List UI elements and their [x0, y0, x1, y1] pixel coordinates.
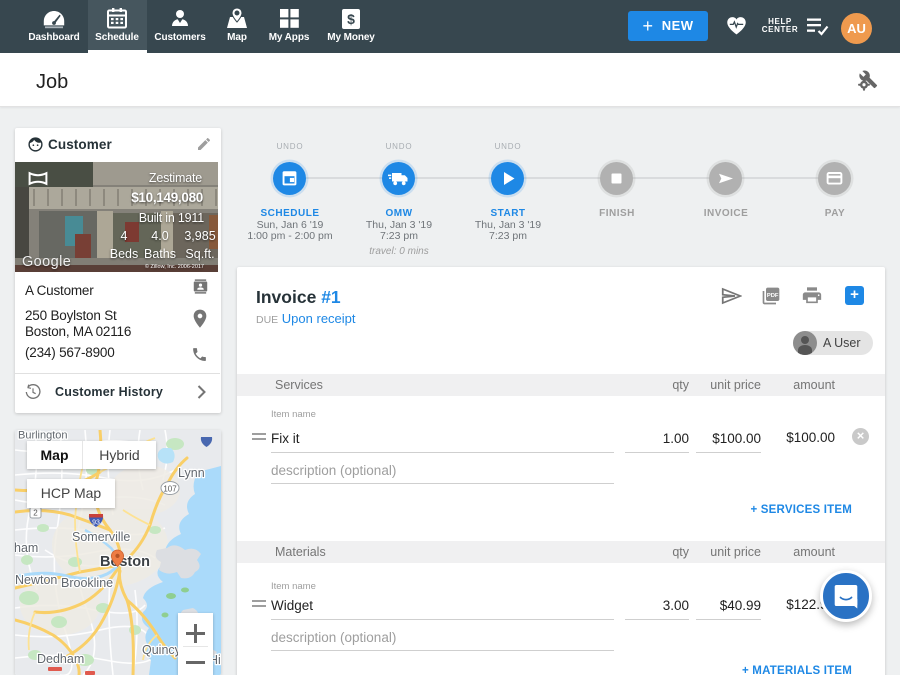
svg-text:Quincy: Quincy	[142, 643, 182, 657]
svg-text:Somerville: Somerville	[72, 530, 130, 544]
svg-text:107: 107	[163, 485, 177, 494]
svg-text:Brookline: Brookline	[61, 576, 113, 590]
svg-text:PDF: PDF	[767, 293, 779, 299]
svg-text:$: $	[347, 11, 355, 27]
svg-text:Dedham: Dedham	[37, 652, 84, 666]
svg-text:Newton: Newton	[15, 573, 57, 587]
svg-text:Burlington: Burlington	[18, 430, 68, 442]
svg-text:Boston: Boston	[100, 554, 150, 570]
svg-text:93: 93	[92, 520, 100, 527]
svg-text:Lynn: Lynn	[178, 466, 205, 480]
svg-text:ham: ham	[15, 541, 38, 555]
svg-text:2: 2	[33, 509, 38, 518]
